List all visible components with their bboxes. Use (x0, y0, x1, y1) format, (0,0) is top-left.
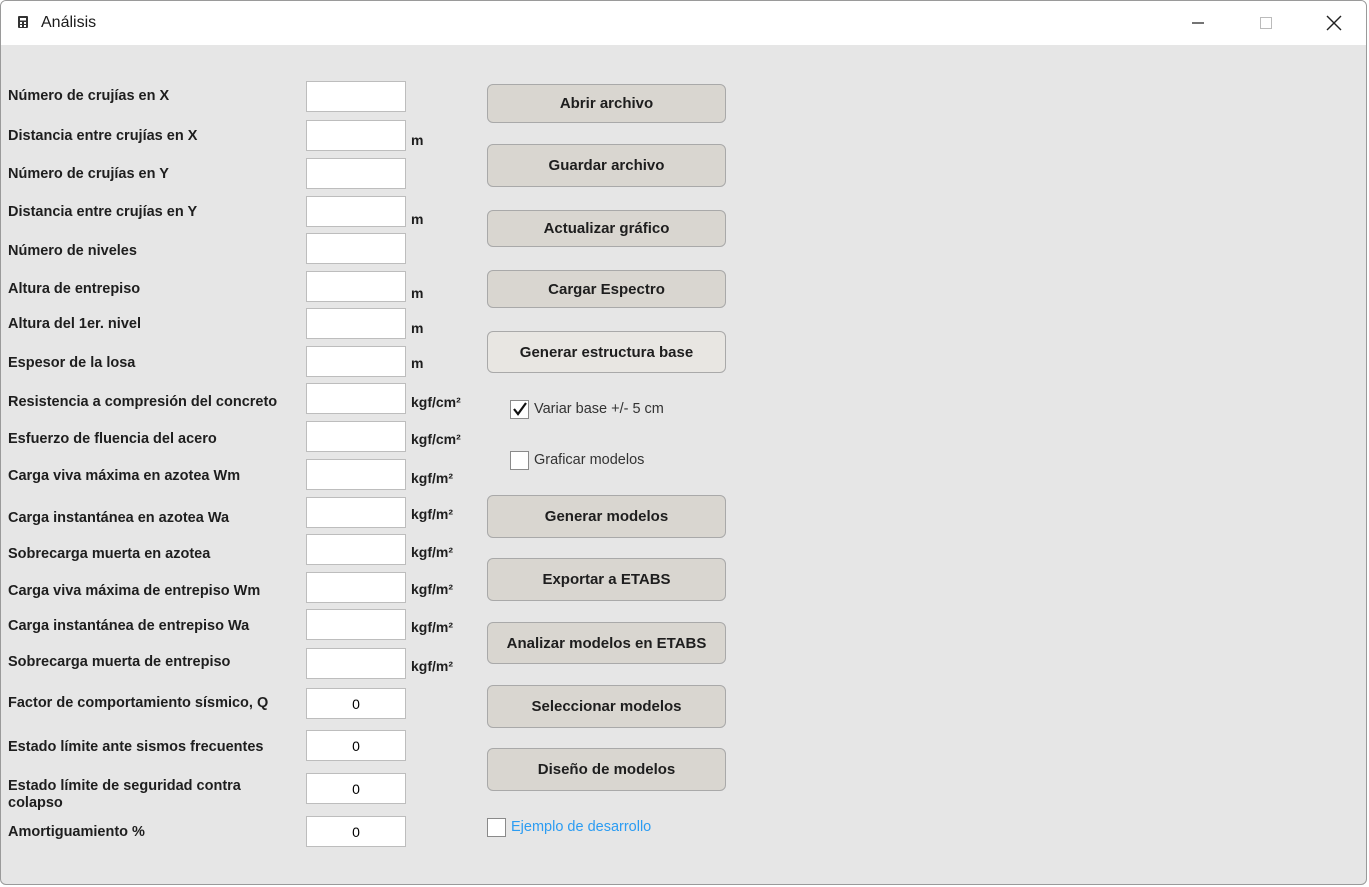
calculator-icon (18, 16, 28, 28)
field-label-altura-entrepiso: Altura de entrepiso (8, 281, 141, 297)
resistencia-concreto-input[interactable] (306, 383, 406, 414)
fluencia-acero-unit: kgf/cm² (411, 431, 461, 447)
maximize-icon (1260, 17, 1272, 29)
sobrecarga-entrepiso-input[interactable] (306, 648, 406, 679)
sobrecarga-azotea-input[interactable] (306, 534, 406, 565)
generate-models-button[interactable]: Generar modelos (487, 495, 726, 538)
open-file-button[interactable]: Abrir archivo (487, 84, 726, 123)
field-label-estado-limite-colapso: Estado límite de seguridad contra colaps… (8, 778, 241, 811)
minimize-icon (1192, 22, 1204, 24)
espesor-losa-input[interactable] (306, 346, 406, 377)
carga-viva-azotea-unit: kgf/m² (411, 470, 453, 486)
field-label-niveles: Número de niveles (8, 243, 137, 259)
vary-base-checkbox[interactable] (510, 400, 529, 419)
analysis-window: Análisis Número de crujías en X Distanci… (0, 0, 1367, 885)
estado-limite-frecuentes-input[interactable] (306, 730, 406, 761)
niveles-input[interactable] (306, 233, 406, 264)
carga-instantanea-azotea-unit: kgf/m² (411, 506, 453, 522)
field-label-distancia-y: Distancia entre crujías en Y (8, 204, 198, 220)
field-label-estado-limite-frecuentes: Estado límite ante sismos frecuentes (8, 739, 264, 755)
distancia-y-unit: m (411, 211, 424, 227)
dev-example-checkbox[interactable] (487, 818, 506, 837)
window-title: Análisis (41, 14, 97, 31)
plot-models-checkbox[interactable] (510, 451, 529, 470)
crujias-y-input[interactable] (306, 158, 406, 189)
generate-base-structure-button[interactable]: Generar estructura base (487, 331, 726, 373)
carga-instantanea-entrepiso-unit: kgf/m² (411, 619, 453, 635)
maximize-button[interactable] (1232, 1, 1300, 45)
field-label-crujias-y: Número de crujías en Y (8, 166, 169, 182)
checkmark-icon (513, 402, 527, 416)
factor-q-input[interactable] (306, 688, 406, 719)
save-file-button[interactable]: Guardar archivo (487, 144, 726, 187)
carga-viva-azotea-input[interactable] (306, 459, 406, 490)
altura-entrepiso-input[interactable] (306, 271, 406, 302)
minimize-button[interactable] (1164, 1, 1232, 45)
export-etabs-button[interactable]: Exportar a ETABS (487, 558, 726, 601)
vary-base-label: Variar base +/- 5 cm (534, 401, 664, 417)
sobrecarga-azotea-unit: kgf/m² (411, 544, 453, 560)
resistencia-concreto-unit: kgf/cm² (411, 394, 461, 410)
distancia-x-unit: m (411, 132, 424, 148)
estado-limite-colapso-input[interactable] (306, 773, 406, 804)
altura-primer-nivel-unit: m (411, 320, 424, 336)
design-models-button[interactable]: Diseño de modelos (487, 748, 726, 791)
field-label-sobrecarga-entrepiso: Sobrecarga muerta de entrepiso (8, 654, 231, 670)
espesor-losa-unit: m (411, 355, 424, 371)
dev-example-label[interactable]: Ejemplo de desarrollo (511, 819, 651, 835)
distancia-x-input[interactable] (306, 120, 406, 151)
update-chart-button[interactable]: Actualizar gráfico (487, 210, 726, 247)
carga-instantanea-azotea-input[interactable] (306, 497, 406, 528)
field-label-sobrecarga-azotea: Sobrecarga muerta en azotea (8, 546, 211, 562)
field-label-carga-instantanea-entrepiso: Carga instantánea de entrepiso Wa (8, 618, 250, 634)
field-label-espesor-losa: Espesor de la losa (8, 355, 136, 371)
field-label-carga-viva-entrepiso: Carga viva máxima de entrepiso Wm (8, 583, 261, 599)
distancia-y-input[interactable] (306, 196, 406, 227)
field-label-resistencia-concreto: Resistencia a compresión del concreto (8, 394, 278, 410)
field-label-factor-q: Factor de comportamiento sísmico, Q (8, 695, 269, 711)
select-models-button[interactable]: Seleccionar modelos (487, 685, 726, 728)
field-label-altura-primer-nivel: Altura del 1er. nivel (8, 316, 141, 332)
field-label-amortiguamiento: Amortiguamiento % (8, 824, 145, 840)
field-label-crujias-x: Número de crujías en X (8, 88, 170, 104)
field-label-carga-viva-azotea: Carga viva máxima en azotea Wm (8, 468, 241, 484)
field-label-carga-instantanea-azotea: Carga instantánea en azotea Wa (8, 510, 230, 526)
field-label-distancia-x: Distancia entre crujías en X (8, 128, 198, 144)
plot-models-label: Graficar modelos (534, 452, 645, 468)
close-button[interactable] (1300, 1, 1366, 45)
fluencia-acero-input[interactable] (306, 421, 406, 452)
title-bar: Análisis (1, 1, 1366, 45)
amortiguamiento-input[interactable] (306, 816, 406, 847)
carga-instantanea-entrepiso-input[interactable] (306, 609, 406, 640)
field-label-fluencia-acero: Esfuerzo de fluencia del acero (8, 431, 217, 447)
altura-primer-nivel-input[interactable] (306, 308, 406, 339)
load-spectrum-button[interactable]: Cargar Espectro (487, 270, 726, 308)
sobrecarga-entrepiso-unit: kgf/m² (411, 658, 453, 674)
carga-viva-entrepiso-input[interactable] (306, 572, 406, 603)
analyze-etabs-button[interactable]: Analizar modelos en ETABS (487, 622, 726, 664)
altura-entrepiso-unit: m (411, 285, 424, 301)
carga-viva-entrepiso-unit: kgf/m² (411, 581, 453, 597)
crujias-x-input[interactable] (306, 81, 406, 112)
close-icon (1326, 15, 1342, 31)
